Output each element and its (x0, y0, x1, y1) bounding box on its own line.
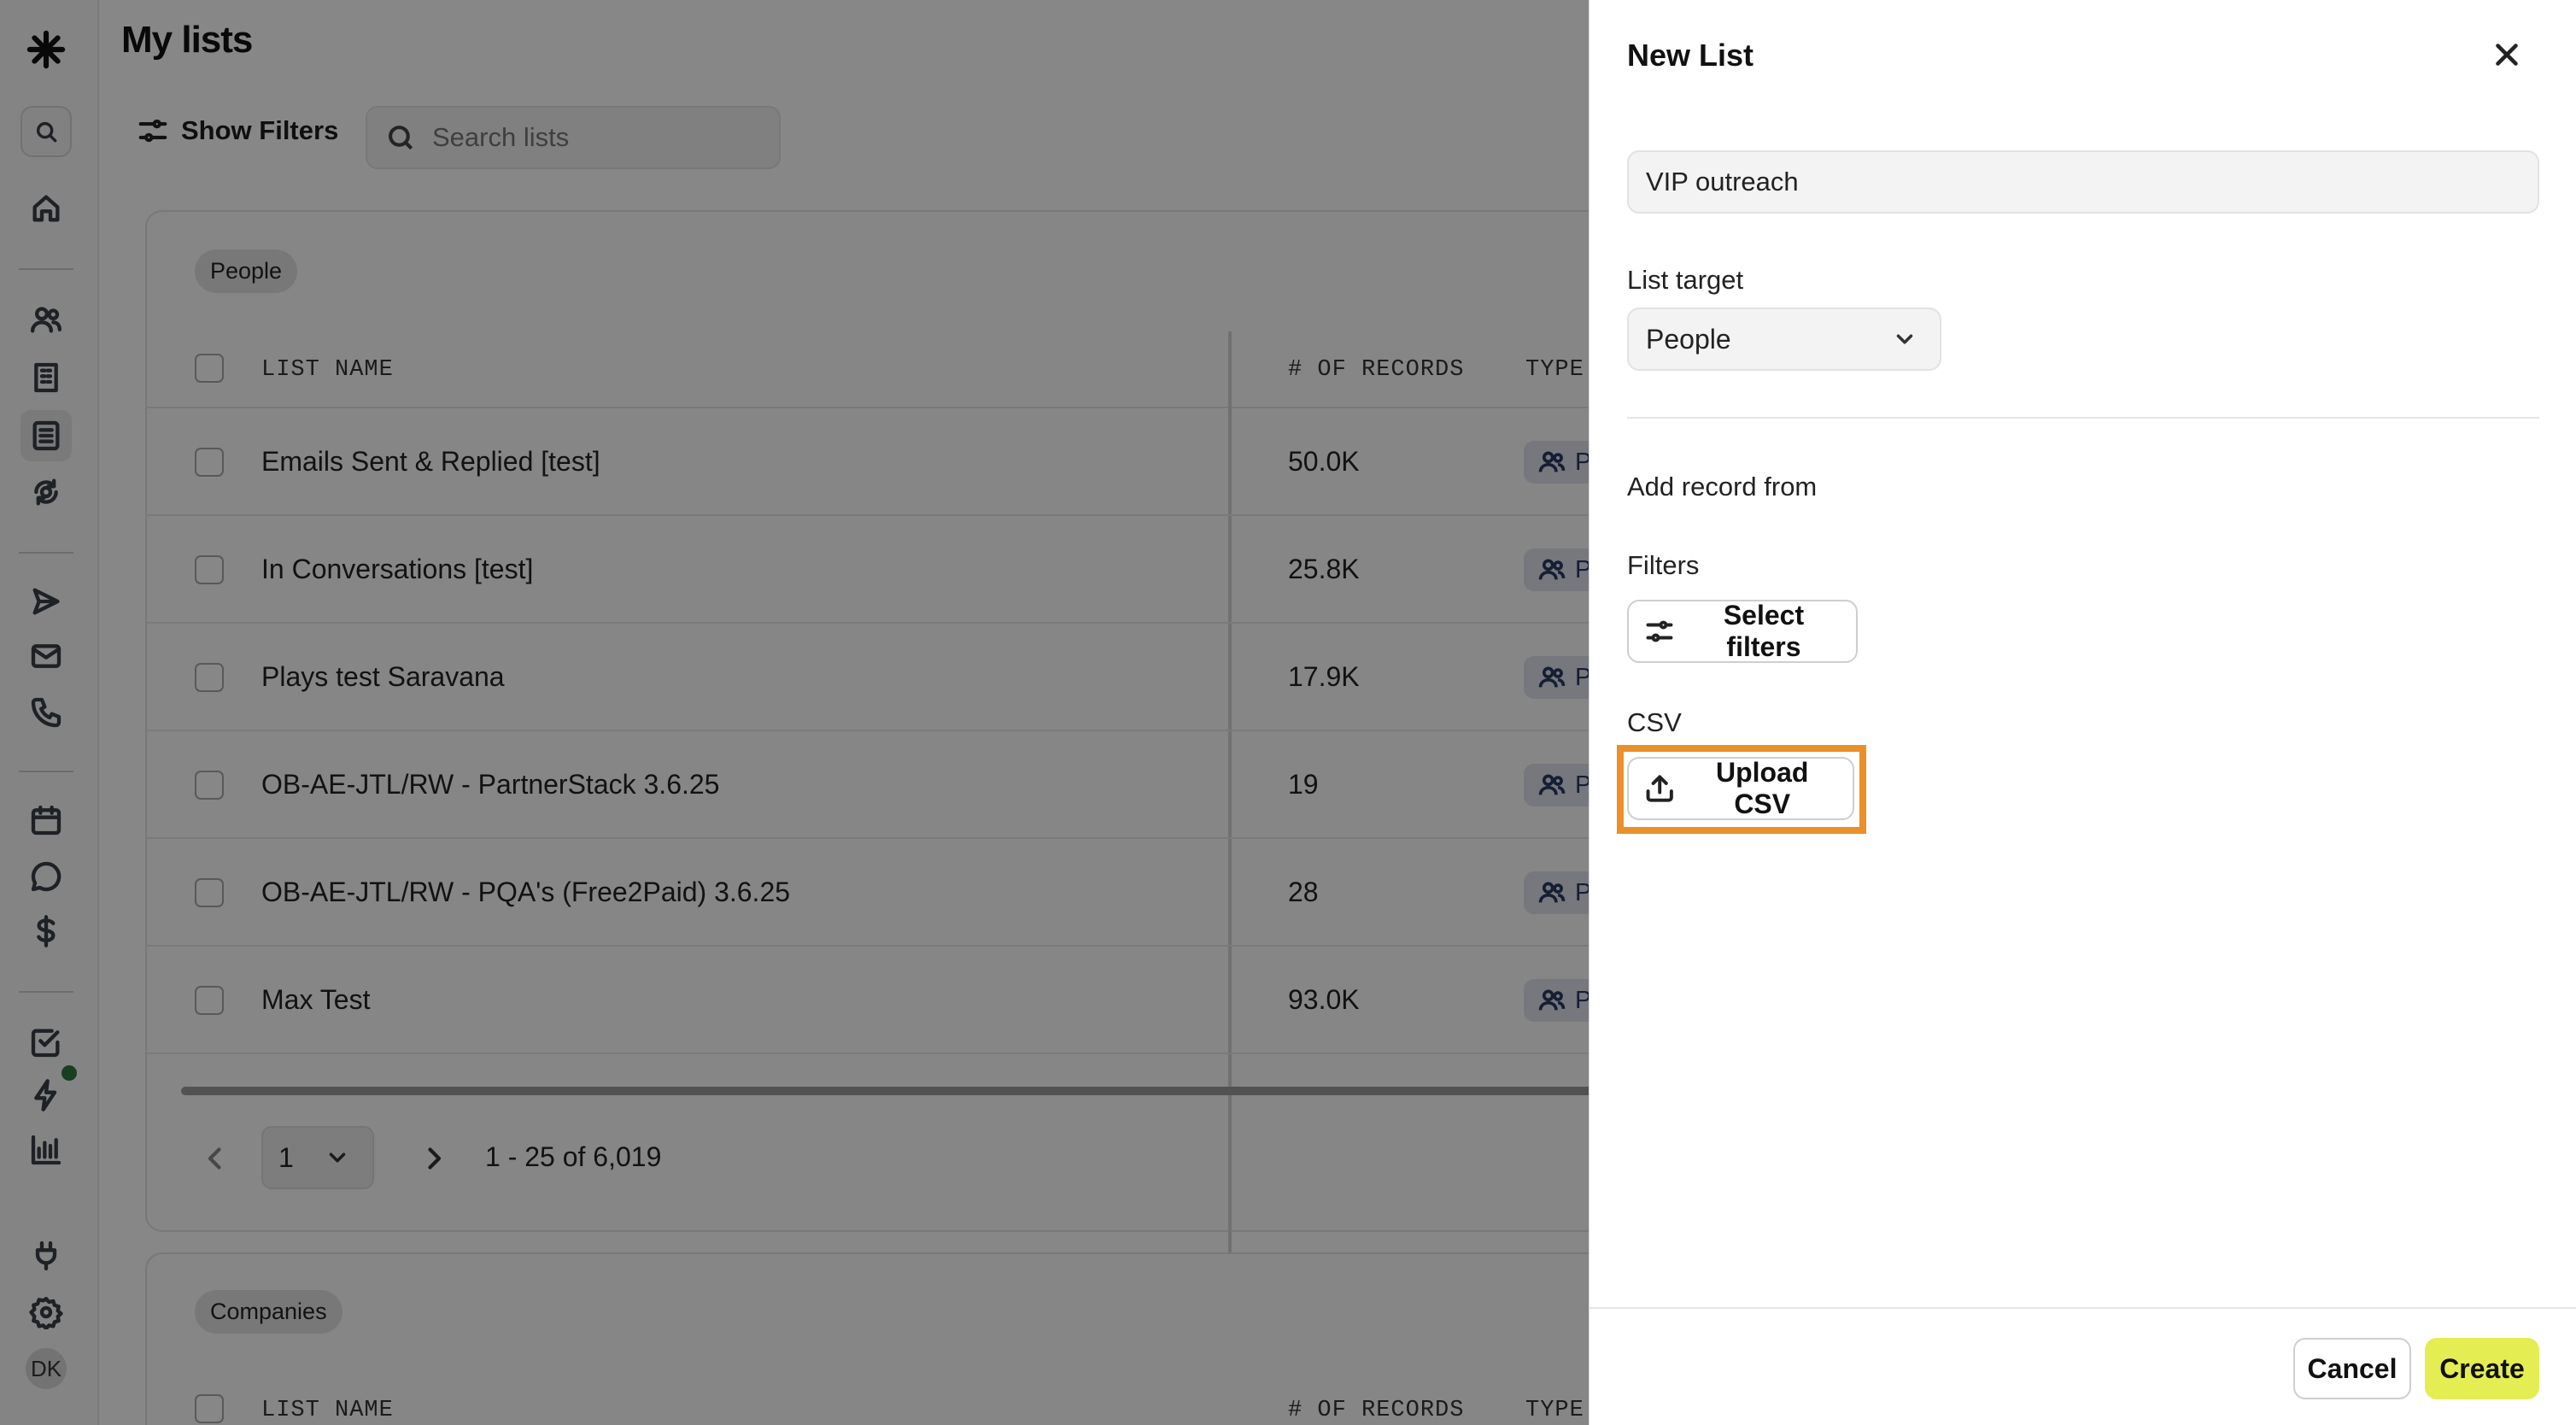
filters-label: Filters (1627, 550, 1700, 580)
upload-csv-button[interactable]: Upload CSV (1627, 757, 1854, 820)
list-target-select[interactable]: People (1627, 308, 1941, 371)
new-list-panel: New List List target People Add record f… (1589, 0, 2576, 1425)
select-filters-label: Select filters (1723, 600, 1805, 662)
close-icon[interactable] (2486, 34, 2527, 75)
upload-csv-label: Upload CSV (1716, 757, 1809, 819)
list-target-label: List target (1627, 265, 1744, 295)
list-target-value: People (1646, 323, 1731, 355)
cancel-button[interactable]: Cancel (2293, 1338, 2411, 1399)
panel-title: New List (1627, 38, 1754, 73)
upload-icon (1646, 775, 1673, 802)
list-name-input[interactable] (1627, 150, 2539, 214)
app-root: DK My lists Show Filters People LIST NAM… (0, 0, 2576, 1425)
filters-icon (1646, 620, 1673, 642)
select-filters-button[interactable]: Select filters (1627, 600, 1858, 663)
chevron-down-icon (1896, 334, 1913, 344)
create-button[interactable]: Create (2425, 1338, 2539, 1399)
panel-footer-divider (1590, 1307, 2576, 1309)
add-record-from-label: Add record from (1627, 472, 1818, 501)
csv-label: CSV (1627, 707, 1682, 737)
panel-divider (1627, 417, 2539, 419)
modal-overlay[interactable] (0, 0, 1589, 1425)
